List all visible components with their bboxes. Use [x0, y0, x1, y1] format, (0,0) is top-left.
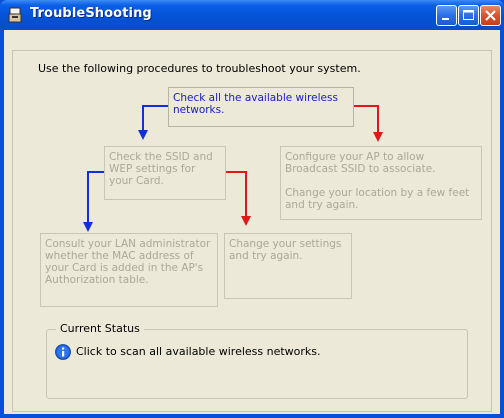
window-title: TroubleShooting: [30, 6, 152, 21]
minimize-button[interactable]: [436, 5, 457, 26]
current-status-legend: Current Status: [56, 322, 144, 335]
step-check-ssid: Check the SSID and WEP settings for your…: [104, 146, 226, 200]
step-change-settings: Change your settings and try again.: [224, 233, 352, 299]
step-check-networks: Check all the available wireless network…: [168, 87, 354, 127]
close-icon: [485, 10, 496, 21]
maximize-icon: [463, 10, 474, 20]
close-button[interactable]: [480, 5, 501, 26]
step-configure-ap: Configure your AP to allow Broadcast SSI…: [280, 146, 482, 220]
step-consult-admin-text: Consult your LAN administrator whether t…: [45, 238, 211, 286]
intro-text: Use the following procedures to troubles…: [38, 62, 361, 75]
step-check-networks-text: Check all the available wireless network…: [173, 92, 338, 116]
info-icon[interactable]: [55, 344, 71, 360]
current-status-group: [46, 329, 468, 399]
step-consult-admin: Consult your LAN administrator whether t…: [40, 233, 218, 307]
maximize-button[interactable]: [458, 5, 479, 26]
status-scan-link[interactable]: Click to scan all available wireless net…: [76, 345, 321, 358]
step-configure-ap-text: Configure your AP to allow Broadcast SSI…: [285, 151, 436, 175]
title-bar[interactable]: TroubleShooting: [0, 0, 504, 30]
wireless-adapter-icon: [8, 7, 22, 23]
minimize-icon: [442, 18, 449, 20]
step-check-ssid-text: Check the SSID and WEP settings for your…: [109, 151, 213, 187]
step-change-settings-text: Change your settings and try again.: [229, 238, 342, 262]
step-change-location-text: Change your location by a few feet and t…: [285, 187, 470, 211]
